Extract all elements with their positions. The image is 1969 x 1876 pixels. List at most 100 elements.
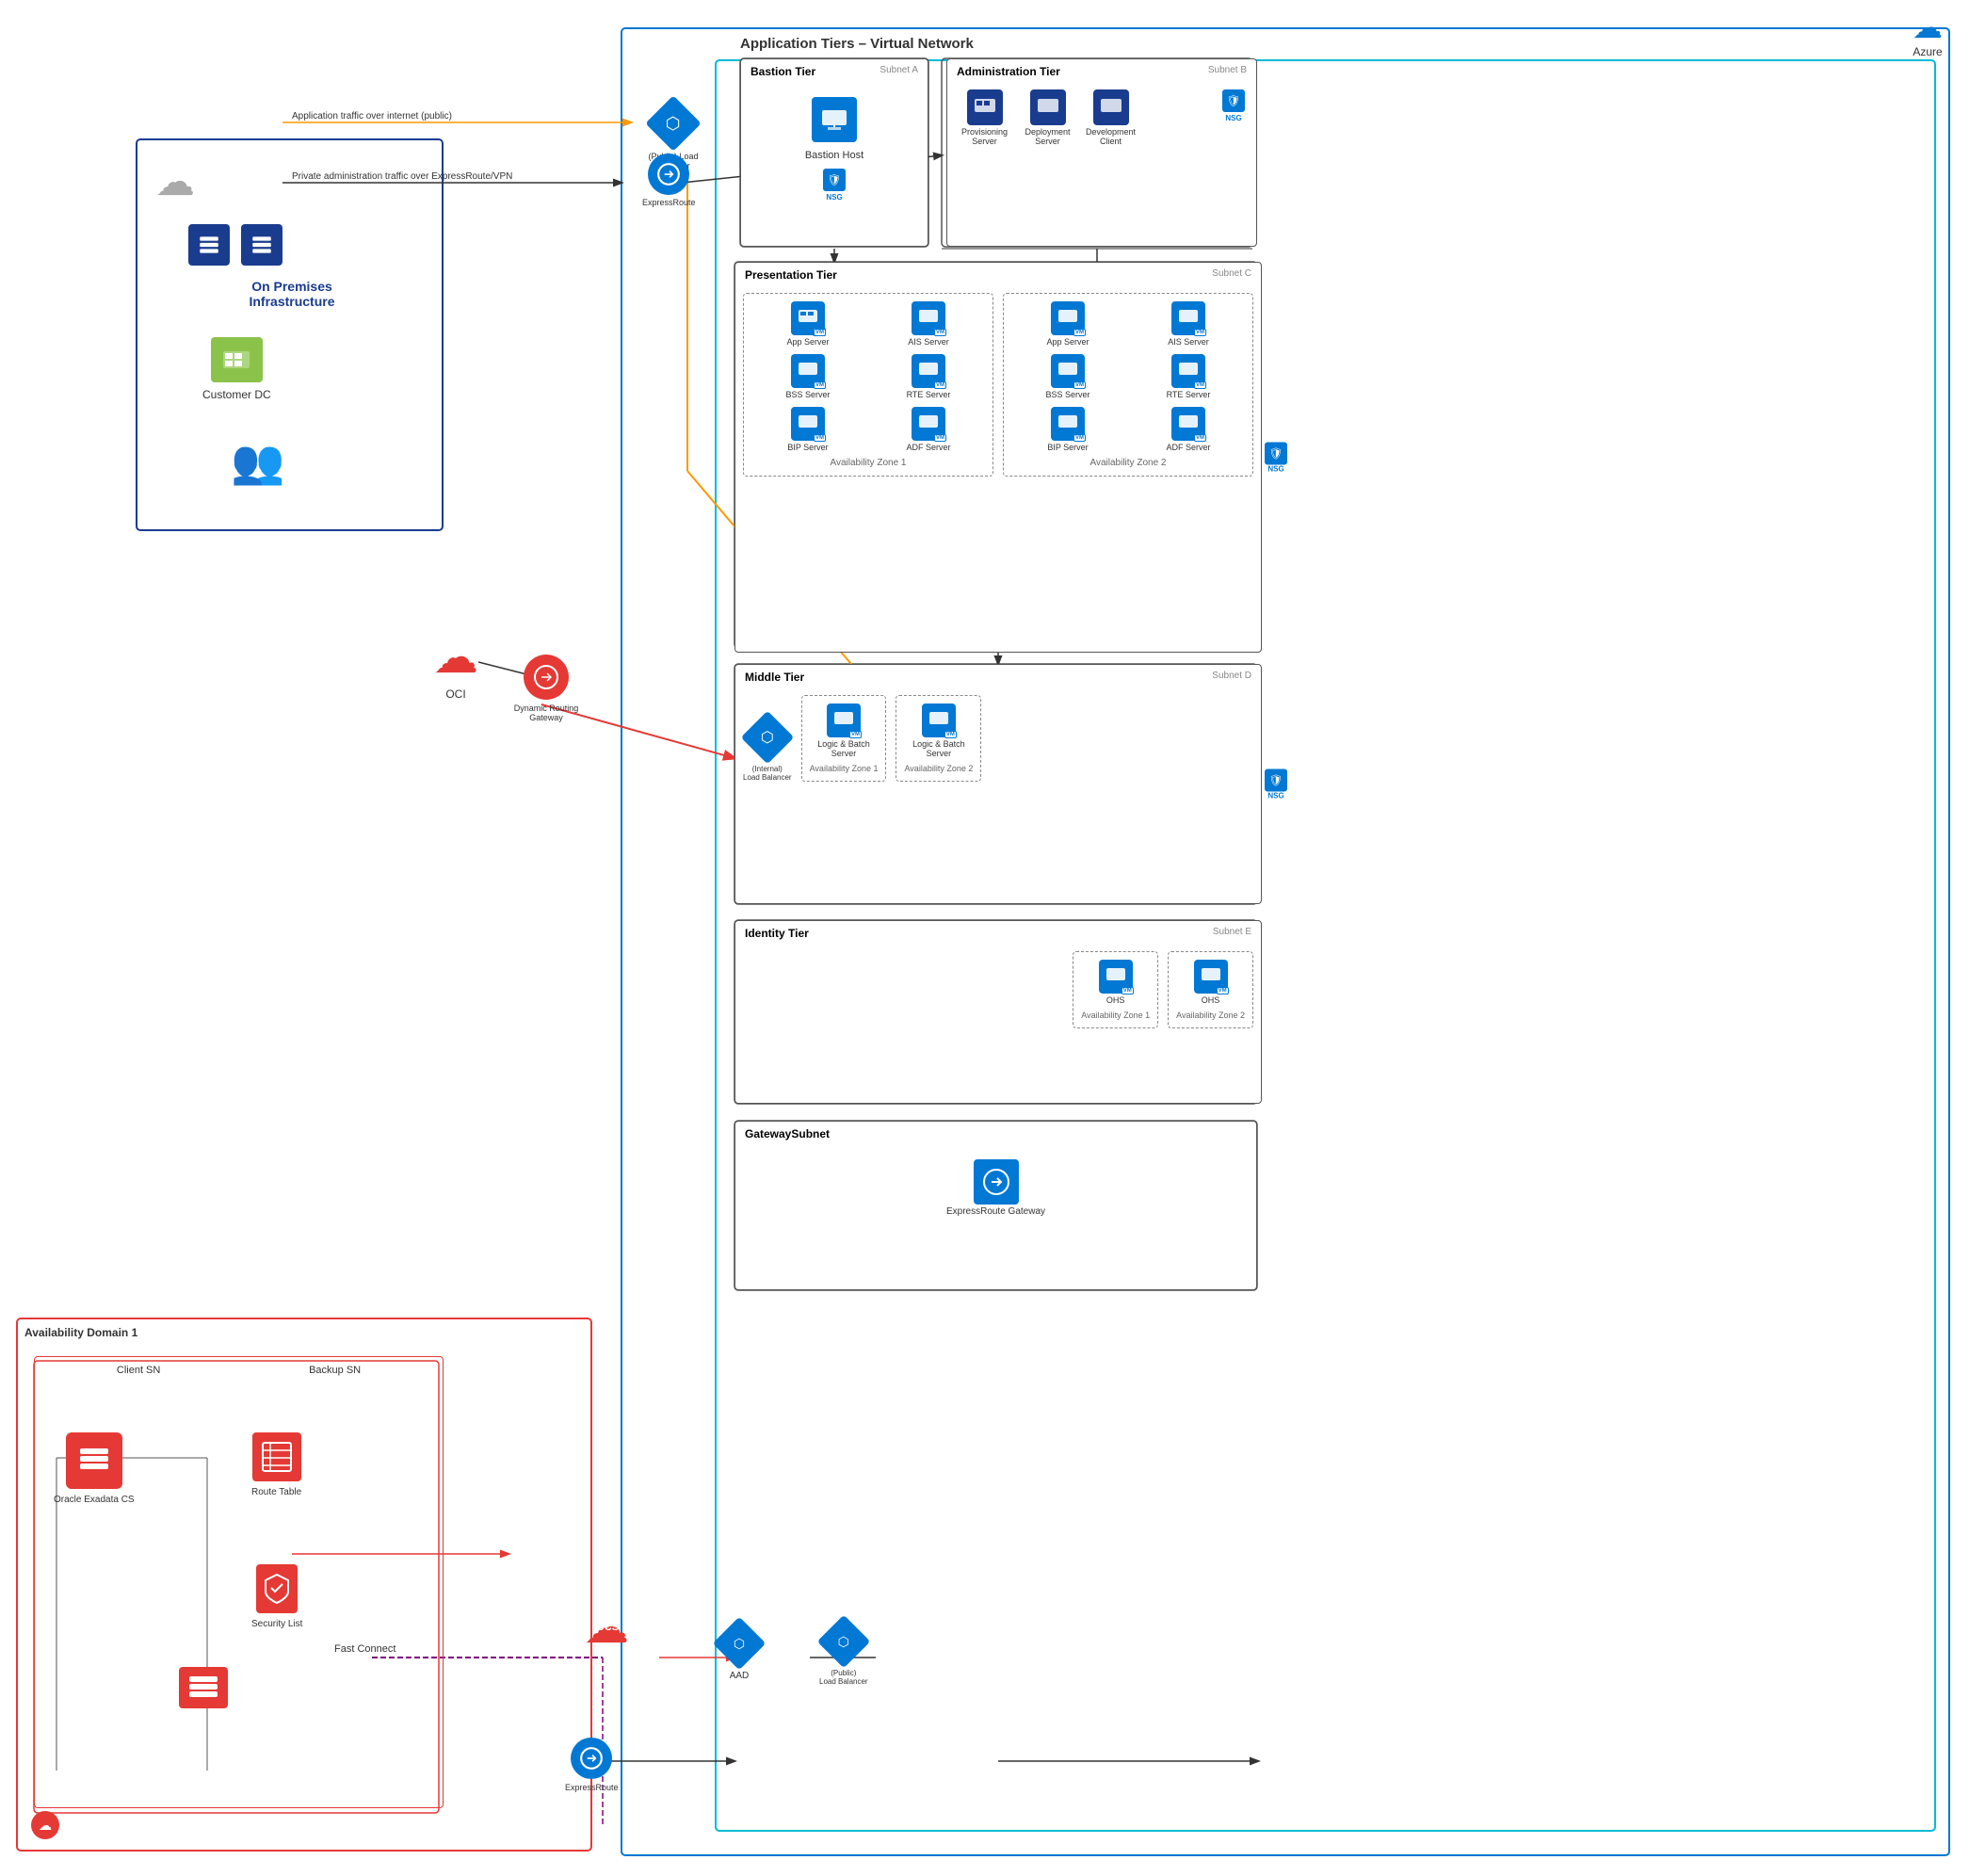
pres-tier-box: Presentation Tier Subnet C VM VM App Ser…: [734, 262, 1262, 653]
admin-tier-header: Administration Tier Subnet B: [947, 59, 1256, 82]
az1-bip-server: VM BIP Server: [751, 407, 864, 452]
middle-az1: VM Logic & Batch Server Availability Zon…: [801, 695, 887, 782]
pres-zones: VM VM App Server VM AIS Server: [735, 285, 1261, 484]
azure-label: ☁ Azure: [1913, 9, 1943, 58]
bastion-tier-header: Bastion Tier Subnet A: [741, 59, 928, 82]
az2-app-vm-icon: VM: [1051, 301, 1085, 335]
az2-bss-vm-icon: VM: [1051, 354, 1085, 388]
drg: Dynamic Routing Gateway: [508, 655, 584, 722]
pres-az1: VM VM App Server VM AIS Server: [743, 293, 993, 477]
az2-adf-server: VM ADF Server: [1132, 407, 1245, 452]
az2-bss-server: VM BSS Server: [1011, 354, 1124, 399]
middle-az2-vm-icon: VM: [922, 704, 956, 737]
identity-az2: VM OHS Availability Zone 2: [1168, 951, 1253, 1028]
pres-az2-label: Availability Zone 2: [1011, 458, 1245, 468]
admin-tier-box: Administration Tier Subnet B Provisionin…: [946, 58, 1257, 247]
expressroute-gw-icon: [974, 1159, 1019, 1205]
az1-app-vm-icon: VM VM: [791, 301, 825, 335]
pres-az1-label: Availability Zone 1: [751, 458, 985, 468]
az1-bss-server: VM BSS Server: [751, 354, 864, 399]
pres-az1-row1: VM VM App Server VM AIS Server: [751, 301, 985, 452]
idcs: ☁ IDCS: [584, 1601, 629, 1654]
pres-tier-header: Presentation Tier Subnet C: [735, 263, 1261, 285]
az1-ais-vm-icon: VM: [912, 301, 945, 335]
gateway-content: ExpressRoute Gateway: [735, 1144, 1256, 1232]
gateway-tier-header: GatewaySubnet: [735, 1122, 1256, 1144]
az1-bip-vm-icon: VM: [791, 407, 825, 441]
oci-logo-small: ☁: [31, 1811, 59, 1839]
onprem-label: On PremisesInfrastructure: [174, 279, 410, 309]
canvas: ☁ Azure Application Tiers – Virtual Netw…: [0, 0, 1969, 1876]
az2-adf-vm-icon: VM: [1171, 407, 1205, 441]
az1-rte-server: VM RTE Server: [872, 354, 985, 399]
fast-connect-icon: [179, 1667, 228, 1708]
ohs-az1-icon: VM: [1099, 960, 1133, 994]
vnet-title: Application Tiers – Virtual Network: [734, 36, 979, 52]
drg-icon: [524, 655, 569, 700]
internal-lb: ⬡ (Internal)Load Balancer: [743, 714, 792, 782]
development-client: Development Client: [1085, 89, 1137, 146]
identity-content: VM OHS Availability Zone 1 VM OHS Availa…: [735, 944, 1261, 1036]
public-traffic-label: Application traffic over internet (publi…: [292, 111, 452, 121]
security-list-icon: [256, 1564, 298, 1613]
avail-domain-box: Client SN Backup SN Oracle Exadata CS Ro…: [34, 1356, 444, 1808]
server-icon-1: [188, 224, 230, 266]
middle-tier-box: Middle Tier Subnet D ⬡ (Internal)Load Ba…: [734, 664, 1262, 904]
az2-rte-server: VM RTE Server: [1132, 354, 1245, 399]
az1-ais-server: VM AIS Server: [872, 301, 985, 347]
oracle-exadata: Oracle Exadata CS: [54, 1432, 135, 1505]
middle-content: ⬡ (Internal)Load Balancer VM Logic & Bat…: [735, 687, 1261, 789]
exadata-icon: [66, 1432, 122, 1489]
public-lb-2-icon: ⬡: [820, 1618, 867, 1665]
middle-tier-header: Middle Tier Subnet D: [735, 665, 1261, 687]
identity-tier-box: Identity Tier Subnet E VM OHS Availabili…: [734, 920, 1262, 1104]
az1-bss-vm-icon: VM: [791, 354, 825, 388]
customer-dc: Customer DC: [202, 337, 271, 401]
az2-app-server: VM App Server: [1011, 301, 1124, 347]
onprem-box: ☁ On PremisesInfrastructure Customer DC …: [137, 139, 443, 530]
middle-az1-server: VM Logic & Batch Server: [810, 704, 879, 758]
bastion-nsg: 🛡 NSG: [823, 169, 846, 202]
middle-nsg: 🛡 NSG: [1265, 768, 1287, 800]
public-lb-2: ⬡ (Public)Load Balancer: [819, 1618, 868, 1686]
aad-icon: ⬡: [716, 1620, 763, 1667]
expressroute-bottom: ExpressRoute: [565, 1738, 619, 1792]
onprem-servers: [188, 224, 282, 266]
admin-servers: Provisioning Server Deployment Server De…: [947, 82, 1256, 154]
er-bottom-icon: [571, 1738, 612, 1779]
az2-ais-vm-icon: VM: [1171, 301, 1205, 335]
route-table: Route Table: [251, 1432, 301, 1497]
az1-app-server: VM VM App Server: [751, 301, 864, 347]
onprem-cloud-icon: ☁: [155, 158, 195, 204]
fast-connect-server: [179, 1667, 228, 1708]
ohs-az2: VM OHS: [1176, 960, 1245, 1005]
az2-rte-vm-icon: VM: [1171, 354, 1205, 388]
az2-bip-server: VM BIP Server: [1011, 407, 1124, 452]
middle-az2: VM Logic & Batch Server Availability Zon…: [896, 695, 981, 782]
route-table-icon: [252, 1432, 301, 1481]
admin-nsg: 🛡 NSG: [1222, 89, 1245, 146]
bastion-host-icon: [812, 97, 857, 142]
expressroute-gateway: ExpressRoute Gateway: [946, 1159, 1045, 1217]
oci-main-box: Availability Domain 1 Client SN Backup S…: [17, 1318, 593, 1853]
middle-az1-vm-icon: VM: [827, 704, 861, 737]
az2-ais-server: VM AIS Server: [1132, 301, 1245, 347]
bastion-content: Bastion Host 🛡 NSG: [741, 82, 928, 217]
bastion-tier-box: Bastion Tier Subnet A Bastion Host 🛡 NSG: [740, 58, 928, 247]
identity-tier-header: Identity Tier Subnet E: [735, 921, 1261, 944]
oci-cloud: ☁ OCI: [433, 631, 478, 701]
server-icon-2: [241, 224, 282, 266]
az2-bip-vm-icon: VM: [1051, 407, 1085, 441]
pres-az2: VM App Server VM AIS Server: [1003, 293, 1253, 477]
identity-az1: VM OHS Availability Zone 1: [1073, 951, 1158, 1028]
pres-nsg: 🛡 NSG: [1265, 442, 1287, 473]
deployment-server: Deployment Server: [1022, 89, 1073, 146]
az1-rte-vm-icon: VM: [912, 354, 945, 388]
security-list: Security List: [251, 1564, 302, 1629]
pres-az2-grid: VM App Server VM AIS Server: [1011, 301, 1245, 452]
fast-connect-label: Fast Connect: [334, 1643, 395, 1655]
ohs-az2-icon: VM: [1194, 960, 1228, 994]
idcs-icon: ☁ IDCS: [584, 1601, 629, 1654]
sn-labels: Client SN Backup SN: [35, 1357, 443, 1383]
gateway-subnet-box: GatewaySubnet ExpressRoute Gateway: [734, 1121, 1257, 1290]
